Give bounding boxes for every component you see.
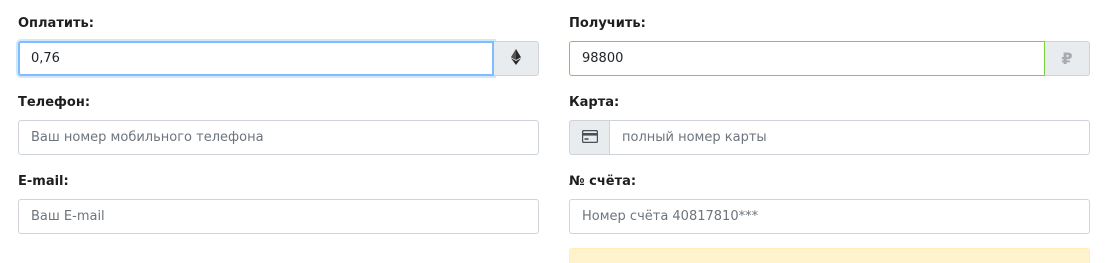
pay-label: Оплатить: bbox=[18, 16, 94, 31]
receive-label: Получить: bbox=[569, 16, 646, 31]
card-number-input[interactable]: полный номер карты bbox=[609, 120, 1090, 155]
receive-currency-addon: ₽ bbox=[1045, 41, 1090, 76]
card-icon-addon bbox=[569, 120, 609, 155]
exchange-form: Оплатить: 0,76 Телефон: Ваш номер мобиль… bbox=[0, 0, 1115, 263]
phone-input[interactable]: Ваш номер мобильного телефона bbox=[18, 120, 539, 155]
card-input-group: полный номер карты bbox=[569, 120, 1090, 155]
ethereum-icon bbox=[511, 48, 521, 69]
account-input-group: Номер счёта 40817810*** bbox=[569, 199, 1090, 234]
email-input-group: Ваш E-mail bbox=[18, 199, 539, 234]
card-label: Карта: bbox=[569, 95, 620, 110]
ruble-icon: ₽ bbox=[1061, 49, 1073, 68]
credit-card-icon bbox=[581, 128, 598, 147]
email-label: E-mail: bbox=[18, 174, 69, 189]
pay-amount-input[interactable]: 0,76 bbox=[18, 41, 494, 76]
account-label: № счёта: bbox=[569, 174, 637, 189]
phone-label: Телефон: bbox=[18, 95, 91, 110]
account-number-input[interactable]: Номер счёта 40817810*** bbox=[569, 199, 1090, 234]
pay-currency-addon bbox=[494, 41, 539, 76]
phone-input-group: Ваш номер мобильного телефона bbox=[18, 120, 539, 155]
pay-input-group: 0,76 bbox=[18, 41, 539, 76]
email-input[interactable]: Ваш E-mail bbox=[18, 199, 539, 234]
info-alert-box bbox=[569, 248, 1090, 263]
receive-amount-input[interactable]: 98800 bbox=[569, 41, 1045, 76]
receive-input-group: 98800 ₽ bbox=[569, 41, 1090, 76]
